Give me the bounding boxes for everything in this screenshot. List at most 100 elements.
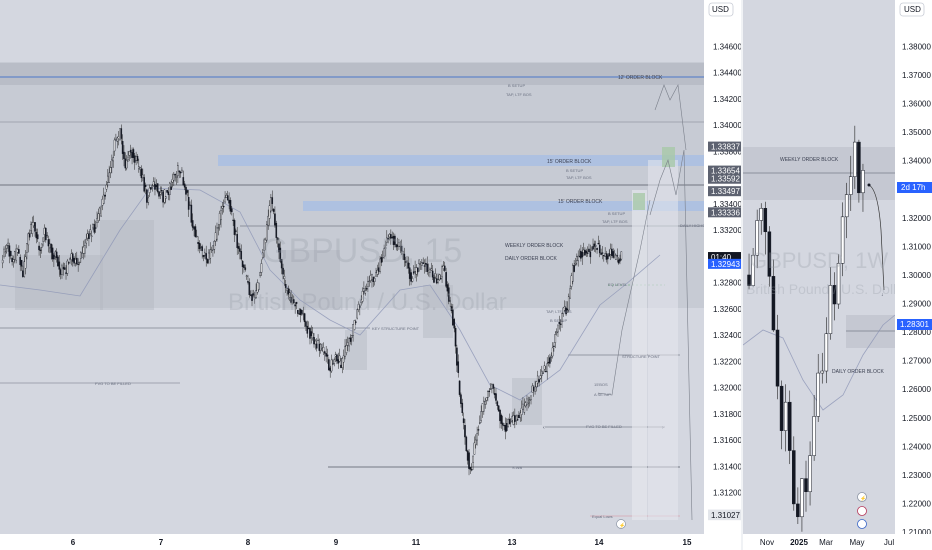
current-price-badge-label: 1.32943 — [711, 260, 740, 269]
candle-body — [427, 270, 430, 272]
candle-body — [212, 245, 214, 251]
candle-body — [59, 269, 62, 275]
candle-body — [334, 354, 337, 357]
gbpusd-15m-chart-canvas[interactable]: ‹›12' ORDER BLOCKB SETUPTAP, LTF BOS15' … — [0, 0, 741, 550]
candle-body — [115, 139, 117, 141]
candle-body — [612, 251, 615, 258]
candle-body — [216, 227, 218, 240]
candle-body — [18, 249, 20, 254]
candle-body — [585, 250, 588, 254]
time-axis[interactable] — [0, 534, 741, 550]
candle-body — [800, 478, 804, 518]
candle-body — [224, 197, 226, 203]
candle-body — [325, 353, 327, 357]
candle-body — [138, 166, 140, 170]
gbpusd-15m-chart[interactable]: ‹›12' ORDER BLOCKB SETUPTAP, LTF BOS15' … — [0, 0, 741, 550]
lightning-glyph: ⚡ — [860, 495, 866, 502]
candle-body — [352, 324, 354, 336]
candle-body — [155, 185, 158, 188]
candle-body — [596, 247, 598, 250]
candle-body — [578, 255, 581, 258]
candle-body — [314, 340, 317, 345]
candle-body — [580, 250, 582, 259]
candle-body — [535, 381, 538, 388]
candle-body — [853, 141, 857, 177]
key-structure-point-label: KEY STRUCTURE POINT — [372, 326, 420, 331]
candle-body — [179, 171, 182, 174]
gbpusd-1w-chart[interactable]: ↓ WEEKLY ORDER BLOCK DAILY ORDER BLOCK GBPU… — [743, 0, 932, 550]
tap-ltf-bos-label: TAP, LTF BOS — [566, 175, 592, 180]
candle-body — [344, 346, 346, 357]
price-tick-label: 1.36000 — [902, 100, 931, 109]
candle-body — [120, 128, 123, 139]
date-tick-label: 15 — [683, 538, 692, 547]
candle-body — [337, 359, 340, 364]
candle-body — [160, 190, 163, 192]
candle-body — [554, 334, 557, 343]
candle-body — [5, 245, 8, 249]
candle-body — [190, 204, 193, 223]
candle-body — [35, 232, 38, 239]
candle-body — [504, 424, 507, 432]
fvg-label: FVG TO BE FILLED — [586, 424, 622, 429]
candle-body — [522, 403, 524, 410]
candle-body — [231, 208, 233, 213]
candle-body — [531, 385, 534, 393]
candle-body — [74, 258, 77, 264]
candle-body — [45, 227, 47, 241]
candle-body — [574, 263, 577, 265]
flag-icon[interactable] — [857, 519, 867, 529]
candle-body — [148, 187, 151, 193]
candle-body — [128, 151, 131, 156]
candle-body — [523, 405, 526, 413]
b-setup-label: B SETUP — [566, 168, 583, 173]
candle-body — [71, 253, 74, 262]
candle-body — [139, 167, 141, 170]
candle-body — [96, 218, 98, 224]
candle-body — [31, 222, 34, 234]
structure-point-label: STRUCTURE POINT — [622, 354, 661, 359]
candle-body — [368, 280, 371, 282]
entry-box — [633, 193, 645, 210]
candle-body — [775, 329, 780, 387]
candle-body — [32, 222, 35, 227]
a-setup-label: A SETUP — [594, 392, 611, 397]
candle-body — [42, 237, 44, 242]
plot-background[interactable] — [743, 0, 895, 550]
candle-body — [183, 183, 186, 188]
candle-body — [173, 173, 175, 181]
candle-body — [849, 176, 853, 195]
candle-body — [600, 252, 602, 255]
candle-body — [501, 422, 504, 426]
entry-box — [662, 147, 675, 167]
candle-body — [14, 251, 16, 260]
order-block-15-label: 15' ORDER BLOCK — [558, 199, 603, 205]
candle-body — [457, 361, 460, 373]
candle-body — [487, 391, 489, 398]
candle-body — [477, 429, 480, 431]
candle-body — [195, 235, 198, 238]
candle-body — [142, 174, 144, 179]
price-tick-label: 1.32000 — [902, 214, 931, 223]
current-price-badge-label: 1.28301 — [900, 320, 929, 329]
candle-body — [63, 267, 66, 270]
candle-body — [547, 361, 550, 364]
candle-body — [551, 347, 554, 357]
gbpusd-1w-chart-canvas[interactable]: ↓WEEKLY ORDER BLOCKDAILY ORDER BLOCKGBPU… — [743, 0, 932, 550]
candle-body — [222, 205, 225, 208]
candle-body — [495, 393, 497, 401]
candle-body — [620, 251, 623, 260]
candle-body — [146, 189, 148, 203]
candle-body — [311, 332, 314, 339]
candle-body — [200, 246, 202, 248]
candle-body — [125, 159, 128, 169]
candle-body — [100, 206, 102, 217]
b-setup-label: B SETUP — [608, 211, 625, 216]
candle-body — [557, 324, 559, 333]
candle-body — [135, 156, 137, 161]
candle-body — [576, 256, 578, 261]
date-tick-label: Mar — [819, 538, 833, 547]
candle-body — [530, 395, 532, 401]
candle-body — [67, 262, 70, 264]
event-icon[interactable] — [857, 506, 867, 516]
